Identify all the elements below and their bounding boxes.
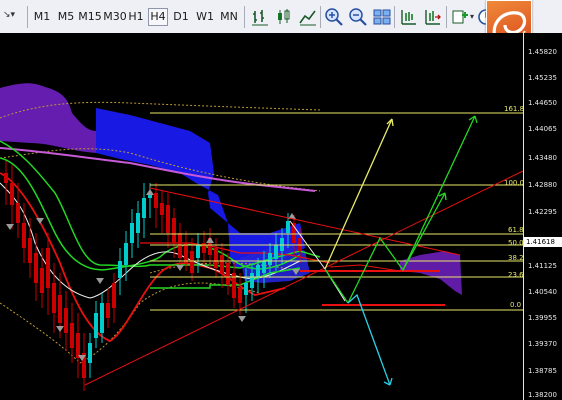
toolbar-separator bbox=[320, 6, 321, 28]
chart-toolbar: ↘▾ M1 M5 M15 M30 H1 H4 D1 W1 MN ▾ bbox=[0, 0, 562, 34]
fib-level-23-6: 23.6 bbox=[508, 271, 524, 279]
timeframe-m30-button[interactable]: M30 bbox=[103, 9, 127, 25]
bear-candle bbox=[70, 323, 74, 348]
bull-candle bbox=[268, 253, 272, 265]
price-scale[interactable]: 1.45820 1.45235 1.44650 1.44065 1.43480 … bbox=[523, 33, 562, 400]
timeframe-mn-button[interactable]: MN bbox=[218, 9, 240, 25]
zoom-in-icon[interactable] bbox=[324, 7, 344, 27]
price-label: 1.45235 bbox=[528, 74, 557, 82]
current-price-label: 1.41618 bbox=[524, 237, 562, 247]
bear-candle bbox=[184, 243, 188, 263]
timeframe-m1-button[interactable]: M1 bbox=[32, 9, 52, 25]
bull-candle bbox=[124, 243, 128, 265]
bull-candle bbox=[244, 283, 248, 295]
bull-candle bbox=[286, 221, 290, 233]
bear-candle bbox=[154, 193, 158, 208]
timeframe-h1-button[interactable]: H1 bbox=[128, 9, 144, 25]
bear-candle bbox=[4, 173, 8, 183]
indicators-dropdown-icon[interactable]: ▾ bbox=[470, 12, 474, 21]
price-label: 1.45820 bbox=[528, 48, 557, 56]
bear-candle bbox=[76, 333, 80, 358]
line-chart-icon[interactable] bbox=[298, 7, 318, 27]
bear-candle bbox=[214, 248, 218, 268]
bull-candle bbox=[136, 213, 140, 233]
bear-candle bbox=[64, 308, 68, 333]
price-chart[interactable]: 161.8 100.0 61.8 50.0 38.2 23.6 0.0 1.45… bbox=[0, 33, 562, 400]
toolbar-separator bbox=[394, 6, 395, 28]
fib-level-100: 100.0 bbox=[504, 179, 525, 187]
envelope-lower-line bbox=[0, 282, 261, 364]
trading-terminal: ↘▾ M1 M5 M15 M30 H1 H4 D1 W1 MN ▾ 161.8 … bbox=[0, 0, 562, 400]
bear-candle bbox=[166, 205, 170, 233]
bear-candle bbox=[226, 263, 230, 285]
fib-level-61-8: 61.8 bbox=[508, 226, 524, 234]
toolbar-separator bbox=[446, 6, 447, 28]
bull-candle bbox=[142, 198, 146, 218]
toolbar-grip-icon: ↘▾ bbox=[3, 10, 16, 20]
bear-candle bbox=[172, 218, 176, 243]
bear-candle bbox=[22, 223, 26, 248]
fib-level-161-8: 161.8 bbox=[504, 105, 525, 113]
timeframe-d1-button[interactable]: D1 bbox=[172, 9, 190, 25]
bear-candle bbox=[220, 255, 224, 273]
fib-level-38-2: 38.2 bbox=[508, 254, 524, 262]
bull-candle bbox=[100, 303, 104, 333]
chart-shift-icon[interactable] bbox=[398, 7, 418, 27]
bear-candle bbox=[106, 303, 110, 318]
price-label: 1.41125 bbox=[528, 262, 557, 270]
bear-candle bbox=[112, 283, 116, 308]
bull-candle bbox=[130, 223, 134, 243]
ichimoku-cloud-bearish bbox=[0, 83, 96, 153]
bull-candle bbox=[196, 245, 200, 258]
price-label: 1.40540 bbox=[528, 288, 557, 296]
price-label: 1.42880 bbox=[528, 181, 557, 189]
bear-candle bbox=[46, 248, 50, 288]
bear-candle bbox=[34, 253, 38, 283]
toolbar-separator bbox=[27, 6, 28, 28]
timeframe-m5-button[interactable]: M5 bbox=[56, 9, 76, 25]
bear-candle bbox=[40, 268, 44, 293]
price-label: 1.44065 bbox=[528, 125, 557, 133]
bear-candle bbox=[238, 288, 242, 303]
bull-candle bbox=[118, 261, 122, 278]
forecast-arrows bbox=[324, 115, 478, 386]
bear-candle bbox=[10, 183, 14, 205]
bull-candle bbox=[250, 273, 254, 288]
zoom-out-icon[interactable] bbox=[348, 7, 368, 27]
price-label: 1.44650 bbox=[528, 99, 557, 107]
candlestick-icon[interactable] bbox=[274, 7, 294, 27]
bear-candle bbox=[16, 203, 20, 223]
price-label: 1.42295 bbox=[528, 208, 557, 216]
fib-level-0: 0.0 bbox=[510, 301, 522, 309]
toolbar-separator bbox=[244, 6, 245, 28]
bear-candle bbox=[190, 251, 194, 273]
price-label: 1.38785 bbox=[528, 367, 557, 375]
timeframe-h4-button[interactable]: H4 bbox=[148, 8, 168, 26]
price-label: 1.39955 bbox=[528, 314, 557, 322]
timeframe-w1-button[interactable]: W1 bbox=[196, 9, 214, 25]
bull-candle bbox=[88, 343, 92, 363]
bear-candle bbox=[160, 203, 164, 215]
price-label: 1.43480 bbox=[528, 154, 557, 162]
bear-candle bbox=[28, 238, 32, 263]
bear-candle bbox=[52, 283, 56, 313]
fib-level-50: 50.0 bbox=[508, 239, 524, 247]
candlestick-series bbox=[4, 161, 302, 391]
bull-candle bbox=[262, 261, 266, 273]
price-label: 1.39370 bbox=[528, 340, 557, 348]
indicators-icon[interactable] bbox=[450, 7, 470, 27]
bull-candle bbox=[94, 313, 98, 338]
chart-canvas[interactable] bbox=[0, 33, 523, 400]
bull-candle bbox=[274, 245, 278, 259]
timeframe-m15-button[interactable]: M15 bbox=[78, 9, 102, 25]
tile-windows-icon[interactable] bbox=[372, 7, 392, 27]
bar-chart-icon[interactable] bbox=[250, 7, 270, 27]
price-label: 1.38200 bbox=[528, 391, 557, 399]
bear-candle bbox=[58, 295, 62, 323]
autoscroll-icon[interactable] bbox=[422, 7, 442, 27]
bull-candle bbox=[256, 265, 260, 278]
